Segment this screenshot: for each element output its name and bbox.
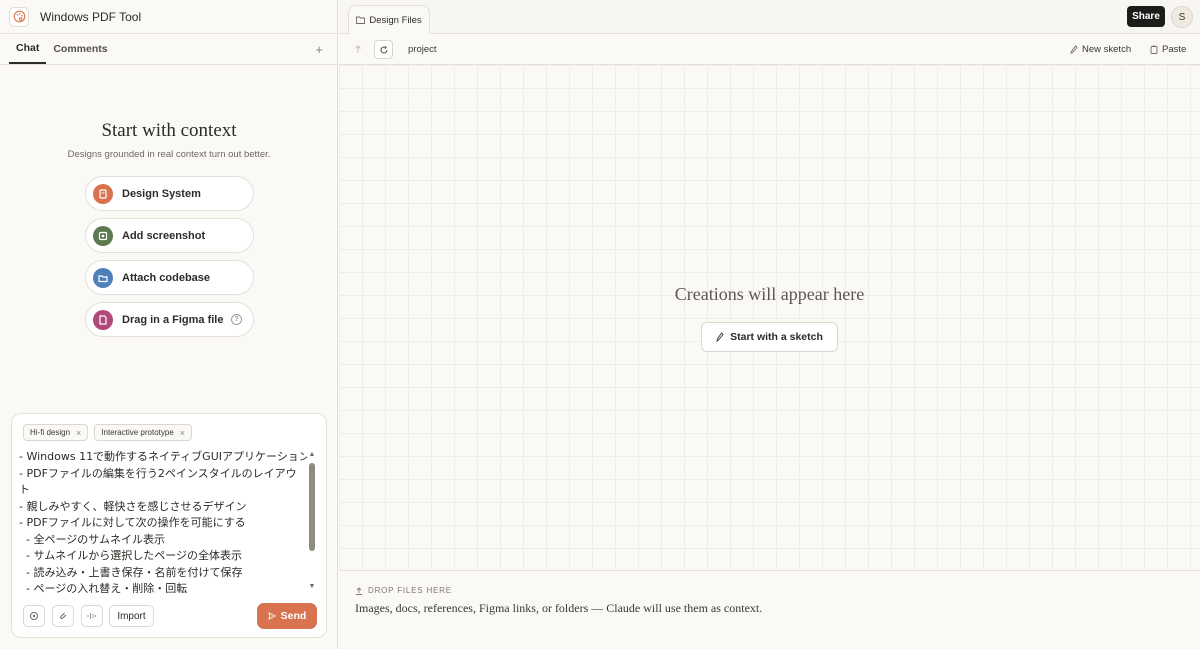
- palette-icon[interactable]: [9, 6, 29, 27]
- figma-file-button[interactable]: Drag in a Figma file ?: [85, 302, 254, 337]
- settings-button[interactable]: [23, 605, 45, 627]
- send-button[interactable]: Send: [257, 603, 317, 629]
- start-sketch-label: Start with a sketch: [730, 331, 823, 343]
- design-panel: Design Files Share S project New sketch …: [339, 0, 1200, 649]
- design-system-label: Design System: [122, 187, 201, 200]
- prompt-line: - サムネイルから選択したページの全体表示: [19, 549, 243, 562]
- canvas-toolbar: project New sketch Paste: [339, 34, 1200, 65]
- breadcrumb: project: [408, 44, 437, 55]
- attach-codebase-button[interactable]: Attach codebase: [85, 260, 254, 295]
- context-subtitle: Designs grounded in real context turn ou…: [67, 149, 271, 160]
- new-sketch-label: New sketch: [1082, 44, 1132, 55]
- prompt-line: - 読み込み・上書き保存・名前を付けて保存: [19, 565, 243, 579]
- design-canvas[interactable]: Creations will appear here Start with a …: [339, 65, 1200, 570]
- scrollbar-thumb[interactable]: [309, 463, 315, 551]
- chat-panel: Windows PDF Tool Chat Comments + Start w…: [0, 0, 338, 649]
- scroll-up-icon[interactable]: ▲: [308, 451, 316, 459]
- share-button[interactable]: Share: [1127, 6, 1165, 27]
- clipboard-icon: [1150, 45, 1158, 54]
- drop-zone[interactable]: DROP FILES HERE Images, docs, references…: [339, 570, 1200, 649]
- app-title: Windows PDF Tool: [40, 9, 142, 24]
- chip-label: Hi-fi design: [30, 428, 71, 437]
- prompt-line: - 親しみやすく、軽快さを感じさせるデザイン: [19, 499, 247, 513]
- add-screenshot-label: Add screenshot: [122, 229, 206, 242]
- import-button[interactable]: Import: [109, 605, 154, 627]
- context-title: Start with context: [101, 120, 237, 141]
- prompt-input[interactable]: - Windows 11で動作するネイティブGUIアプリケーション - PDFフ…: [19, 449, 307, 593]
- tab-chat[interactable]: Chat: [9, 34, 47, 64]
- upload-icon: [356, 586, 362, 595]
- scroll-down-icon[interactable]: ▼: [308, 583, 316, 591]
- empty-state-title: Creations will appear here: [674, 284, 865, 304]
- prompt-line: - PDFファイルに対して次の操作を可能にする: [19, 516, 246, 529]
- close-icon[interactable]: ×: [180, 428, 185, 438]
- file-tab-label: Design Files: [369, 14, 422, 26]
- paste-label: Paste: [1162, 44, 1187, 55]
- title-bar: Windows PDF Tool: [0, 0, 337, 34]
- folder-icon: [356, 16, 366, 24]
- close-icon[interactable]: ×: [76, 428, 81, 438]
- attach-codebase-label: Attach codebase: [122, 271, 211, 284]
- chips: Hi-fi design × Interactive prototype ×: [23, 424, 193, 441]
- attach-button[interactable]: [52, 605, 74, 627]
- composer: Hi-fi design × Interactive prototype × -…: [11, 413, 327, 638]
- tab-design-files[interactable]: Design Files: [348, 5, 430, 34]
- target-icon: [30, 612, 38, 620]
- chip-interactive-prototype: Interactive prototype ×: [94, 424, 193, 441]
- figma-file-label: Drag in a Figma file: [122, 313, 224, 326]
- prompt-line: - Windows 11で動作するネイティブGUIアプリケーション: [19, 450, 307, 463]
- avatar[interactable]: S: [1171, 6, 1193, 28]
- send-label: Send: [280, 610, 307, 622]
- add-screenshot-button[interactable]: Add screenshot: [85, 218, 254, 253]
- tab-comments[interactable]: Comments: [46, 34, 114, 64]
- pencil-icon: [1070, 45, 1078, 54]
- prompt-scrollbar[interactable]: ▲ ▼: [308, 451, 316, 591]
- send-icon: [267, 612, 276, 620]
- drop-zone-text: Images, docs, references, Figma links, o…: [355, 601, 763, 615]
- new-sketch-button[interactable]: New sketch: [1070, 44, 1131, 55]
- add-tab-button[interactable]: +: [315, 42, 323, 57]
- prompt-line: - ページの入れ替え・削除・回転: [19, 582, 188, 593]
- refresh-icon[interactable]: [374, 40, 393, 59]
- design-system-icon: [93, 183, 113, 204]
- chip-label: Interactive prototype: [101, 428, 174, 437]
- voice-button[interactable]: [81, 605, 103, 627]
- screenshot-icon: [93, 225, 113, 246]
- chip-hifi-design: Hi-fi design ×: [23, 424, 89, 441]
- folder-icon: [93, 267, 113, 288]
- up-arrow-icon[interactable]: [348, 40, 367, 59]
- waveform-icon: [87, 613, 96, 619]
- paperclip-icon: [60, 612, 67, 620]
- drop-zone-label: DROP FILES HERE: [368, 586, 452, 595]
- design-system-button[interactable]: Design System: [85, 176, 254, 211]
- file-tabs-bar: Design Files Share S: [339, 0, 1200, 34]
- prompt-line: - PDFファイルの編集を行う2ペインスタイルのレイアウト: [19, 466, 297, 497]
- figma-file-icon: [93, 309, 113, 330]
- drop-zone-header: DROP FILES HERE: [355, 586, 452, 595]
- paste-button[interactable]: Paste: [1150, 44, 1186, 55]
- prompt-line: - 全ページのサムネイル表示: [19, 532, 166, 546]
- help-icon[interactable]: ?: [231, 314, 242, 325]
- left-tabs: Chat Comments +: [0, 34, 337, 65]
- pencil-icon: [716, 332, 724, 342]
- start-sketch-button[interactable]: Start with a sketch: [701, 322, 838, 352]
